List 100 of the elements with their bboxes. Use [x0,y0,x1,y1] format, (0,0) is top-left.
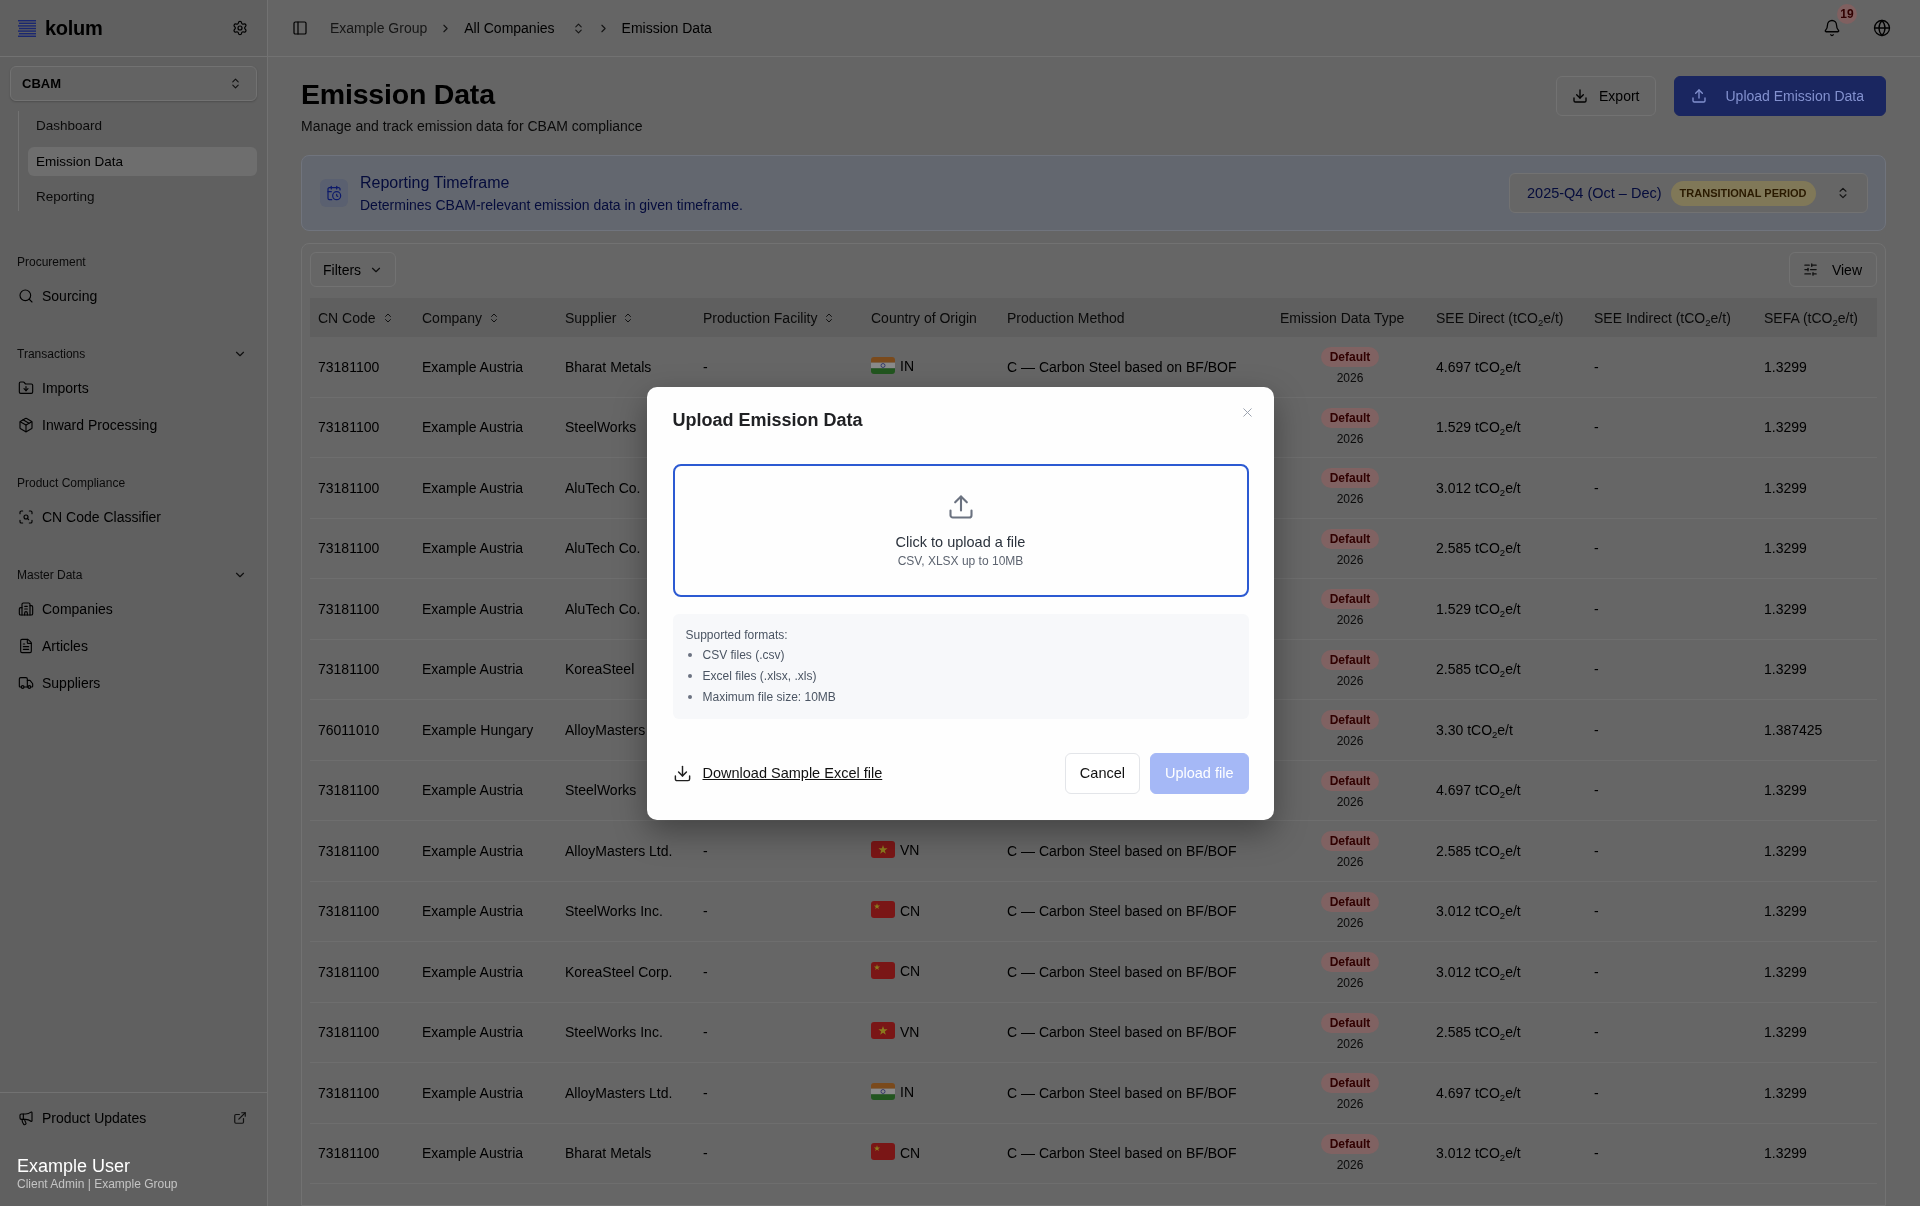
year-text: 2026 [1335,854,1365,871]
nav-item[interactable]: Companies [17,593,247,624]
notifications-button[interactable] [1823,19,1841,37]
year-text: 2026 [1335,914,1365,931]
table-cell: 1.3299 [1756,1002,1877,1063]
breadcrumb-link[interactable]: All Companies [464,20,585,36]
column-header[interactable]: Company [414,298,557,337]
table-cell: C — Carbon Steel based on BF/BOF [999,1123,1272,1184]
nav-item[interactable]: Emission Data [28,146,257,176]
breadcrumb-link[interactable]: Example Group [330,20,428,36]
table-cell: Example Austria [414,518,557,579]
table-cell: 73181100 [310,1123,414,1184]
country-code: CN [900,1144,921,1161]
year-text: 2026 [1335,1156,1365,1173]
table-cell: Bharat Metals [557,1123,695,1184]
export-button[interactable]: Export [1556,76,1657,116]
timeframe-title: Reporting Timeframe [360,173,511,193]
product-updates-link[interactable]: Product Updates [17,1105,247,1131]
table-cell: 73181100 [310,457,414,518]
nav-item[interactable]: Sourcing [17,280,247,311]
table-cell: Example Austria [414,760,557,821]
table-cell: 73181100 [310,639,414,700]
table-cell: 4.697 tCO$_{2}$e/t [1428,1062,1586,1123]
page-subtitle: Manage and track emission data for CBAM compliance [301,117,643,136]
flag-icon [871,1022,895,1040]
logo-icon [18,19,36,37]
column-header: Country of Origin [863,298,999,337]
table-cell: 1.3299 [1756,881,1877,942]
table-cell: - [1586,881,1756,942]
table-cell: KoreaSteel Corp. [557,941,695,1002]
country-code: VN [900,1023,920,1040]
nav-item[interactable]: CN Code Classifier [17,501,247,532]
scan-icon [18,508,34,525]
table-cell: 1.3299 [1756,1062,1877,1123]
table-cell: Example Austria [414,397,557,458]
data-type-badge: Default [1320,891,1380,912]
table-cell: 1.3299 [1756,578,1877,639]
package-icon [18,416,34,433]
table-cell: 1.3299 [1756,941,1877,1002]
column-header[interactable]: CN Code [310,298,414,337]
table-cell: 3.012 tCO$_{2}$e/t [1428,1123,1586,1184]
module-select[interactable]: CBAM [10,66,257,101]
data-type-badge: Default [1320,347,1380,368]
table-cell: - [1586,1062,1756,1123]
data-type-badge: Default [1320,952,1380,973]
nav-item[interactable]: Suppliers [17,667,247,698]
sidebar-toggle-button[interactable] [292,20,308,36]
view-button[interactable]: View [1788,252,1877,287]
cancel-button[interactable]: Cancel [1064,752,1140,794]
table-cell: C — Carbon Steel based on BF/BOF [999,1062,1272,1123]
nav-item[interactable]: Articles [17,630,247,661]
table-cell: 3.012 tCO$_{2}$e/t [1428,941,1586,1002]
language-button[interactable] [1873,19,1891,37]
table-cell: 1.3299 [1756,820,1877,881]
close-icon [1240,405,1255,420]
nav-item[interactable]: Reporting [28,182,257,211]
chevrons-icon [229,77,242,90]
year-text: 2026 [1335,793,1365,810]
table-cell: 1.3299 [1756,1123,1877,1184]
bullet-icon [687,695,692,699]
settings-button[interactable] [232,20,248,36]
table-cell: 2.585 tCO$_{2}$e/t [1428,518,1586,579]
table-cell: 73181100 [310,1062,414,1123]
country-code: VN [900,842,920,859]
table-cell: 73181100 [310,881,414,942]
year-text: 2026 [1335,1096,1365,1113]
external-link-icon [233,1111,247,1125]
document-icon [18,637,34,654]
filters-button[interactable]: Filters [310,252,397,287]
section-label: Transactions [17,347,86,361]
table-cell: - [1586,397,1756,458]
column-header: SEE Direct (tCO$_{2}$e/t) [1428,298,1586,337]
table-cell: - [695,1002,863,1063]
truck-icon [18,674,34,691]
column-header[interactable]: Supplier [557,298,695,337]
table-cell: 4.697 tCO$_{2}$e/t [1428,760,1586,821]
building-icon [18,600,34,617]
table-cell: 1.529 tCO$_{2}$e/t [1428,578,1586,639]
nav-item[interactable]: Inward Processing [17,409,247,440]
year-text: 2026 [1335,733,1365,750]
table-cell: 73181100 [310,518,414,579]
breadcrumb-link[interactable]: Emission Data [621,20,712,36]
data-type-badge: Default [1320,770,1380,791]
table-cell: - [695,941,863,1002]
period-select[interactable]: 2025-Q4 (Oct – Dec) TRANSITIONAL PERIOD [1509,173,1868,213]
nav-item[interactable]: Imports [17,372,247,403]
table-cell: 1.387425 [1756,699,1877,760]
column-header: Emission Data Type [1272,298,1428,337]
year-text: 2026 [1335,672,1365,689]
sliders-icon [1802,262,1818,277]
table-cell: Example Austria [414,1062,557,1123]
table-cell: 3.012 tCO$_{2}$e/t [1428,457,1586,518]
column-header[interactable]: Production Facility [695,298,863,337]
data-type-badge: Default [1320,831,1380,852]
nav-item[interactable]: Dashboard [28,111,257,140]
file-dropzone[interactable]: Click to upload a file CSV, XLSX up to 10MB [672,463,1249,597]
upload-button[interactable]: Upload Emission Data [1674,76,1886,116]
flag-icon [871,840,895,858]
year-text: 2026 [1335,551,1365,568]
year-text: 2026 [1335,430,1365,447]
